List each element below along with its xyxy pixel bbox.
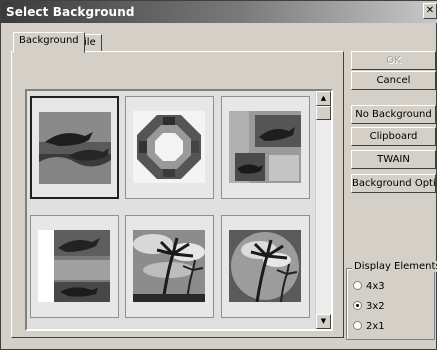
select-background-dialog: Select Background ✕ Background File ▲ ▼ … — [0, 0, 437, 350]
window-title: Select Background — [6, 5, 135, 19]
thumbnail-palm-trees-vignette[interactable] — [221, 215, 310, 318]
radio-2x1-circle[interactable] — [353, 321, 362, 330]
palm-trees-vignette-image — [229, 230, 301, 302]
radio-4x3-label: 4x3 — [366, 281, 385, 292]
background-gallery: ▲ ▼ — [25, 89, 333, 331]
scroll-down-button[interactable]: ▼ — [316, 314, 331, 329]
twain-button[interactable]: TWAIN — [351, 150, 436, 169]
no-background-button[interactable]: No Background — [351, 105, 436, 124]
thumbnail-dolphins-panel[interactable] — [30, 215, 119, 318]
close-button[interactable]: ✕ — [423, 3, 437, 19]
tab-background[interactable]: Background — [13, 32, 85, 53]
radio-2x1[interactable]: 2x1 — [353, 321, 385, 332]
scroll-up-button[interactable]: ▲ — [316, 91, 331, 106]
gallery-scrollbar[interactable]: ▲ ▼ — [315, 91, 331, 329]
radio-3x2-circle[interactable] — [353, 301, 362, 310]
radio-4x3-circle[interactable] — [353, 281, 362, 290]
radio-4x3[interactable]: 4x3 — [353, 281, 385, 292]
display-elements-label: Display Elements — [352, 261, 437, 272]
palm-trees-image — [133, 230, 205, 302]
thumbnail-dolphins[interactable] — [30, 96, 119, 199]
radio-3x2-label: 3x2 — [366, 301, 385, 312]
dolphins-collage-image — [229, 111, 301, 183]
thumbnail-palm-trees[interactable] — [125, 215, 214, 318]
clipboard-button[interactable]: Clipboard — [351, 127, 436, 146]
ok-button[interactable]: OK — [351, 51, 436, 70]
cancel-button[interactable]: Cancel — [351, 71, 436, 90]
background-options-button[interactable]: Background Options — [351, 174, 436, 193]
thumbnail-octagon-frame[interactable] — [125, 96, 214, 199]
title-bar: Select Background ✕ — [1, 1, 437, 23]
thumbnail-dolphins-collage[interactable] — [221, 96, 310, 199]
dolphins-panel-image — [38, 230, 110, 302]
display-elements-group: Display Elements 4x3 3x2 2x1 — [346, 261, 437, 340]
dolphins-image — [39, 112, 111, 184]
octagon-frame-image — [133, 111, 205, 183]
radio-2x1-label: 2x1 — [366, 321, 385, 332]
radio-3x2[interactable]: 3x2 — [353, 301, 385, 312]
scroll-thumb[interactable] — [316, 106, 331, 120]
